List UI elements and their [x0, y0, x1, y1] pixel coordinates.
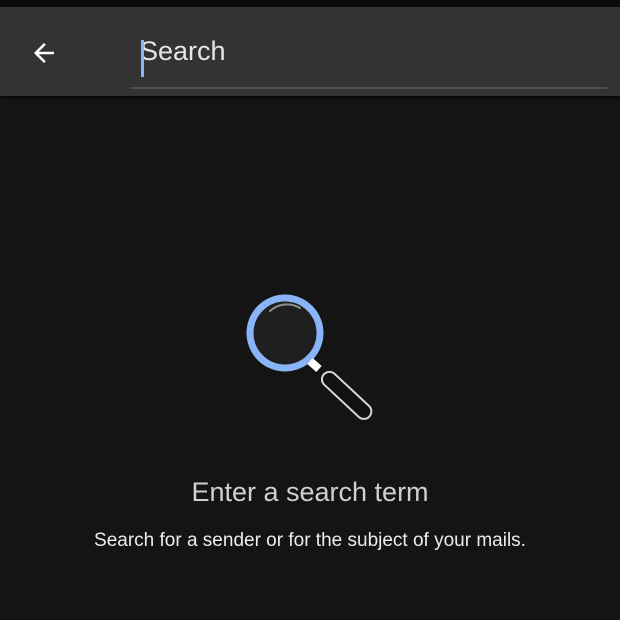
- empty-state-title: Enter a search term: [191, 477, 429, 507]
- search-input[interactable]: [140, 29, 595, 73]
- text-caret: [141, 40, 144, 77]
- search-field[interactable]: [130, 23, 607, 89]
- back-button[interactable]: [22, 31, 66, 75]
- search-app-bar: [0, 7, 620, 96]
- magnifier-icon: [246, 294, 373, 420]
- status-bar-strip: [0, 0, 620, 7]
- empty-state-subtitle: Search for a sender or for the subject o…: [94, 530, 526, 551]
- arrow-left-icon: [34, 43, 54, 63]
- search-screen: Enter a search term Search for a sender …: [0, 0, 620, 620]
